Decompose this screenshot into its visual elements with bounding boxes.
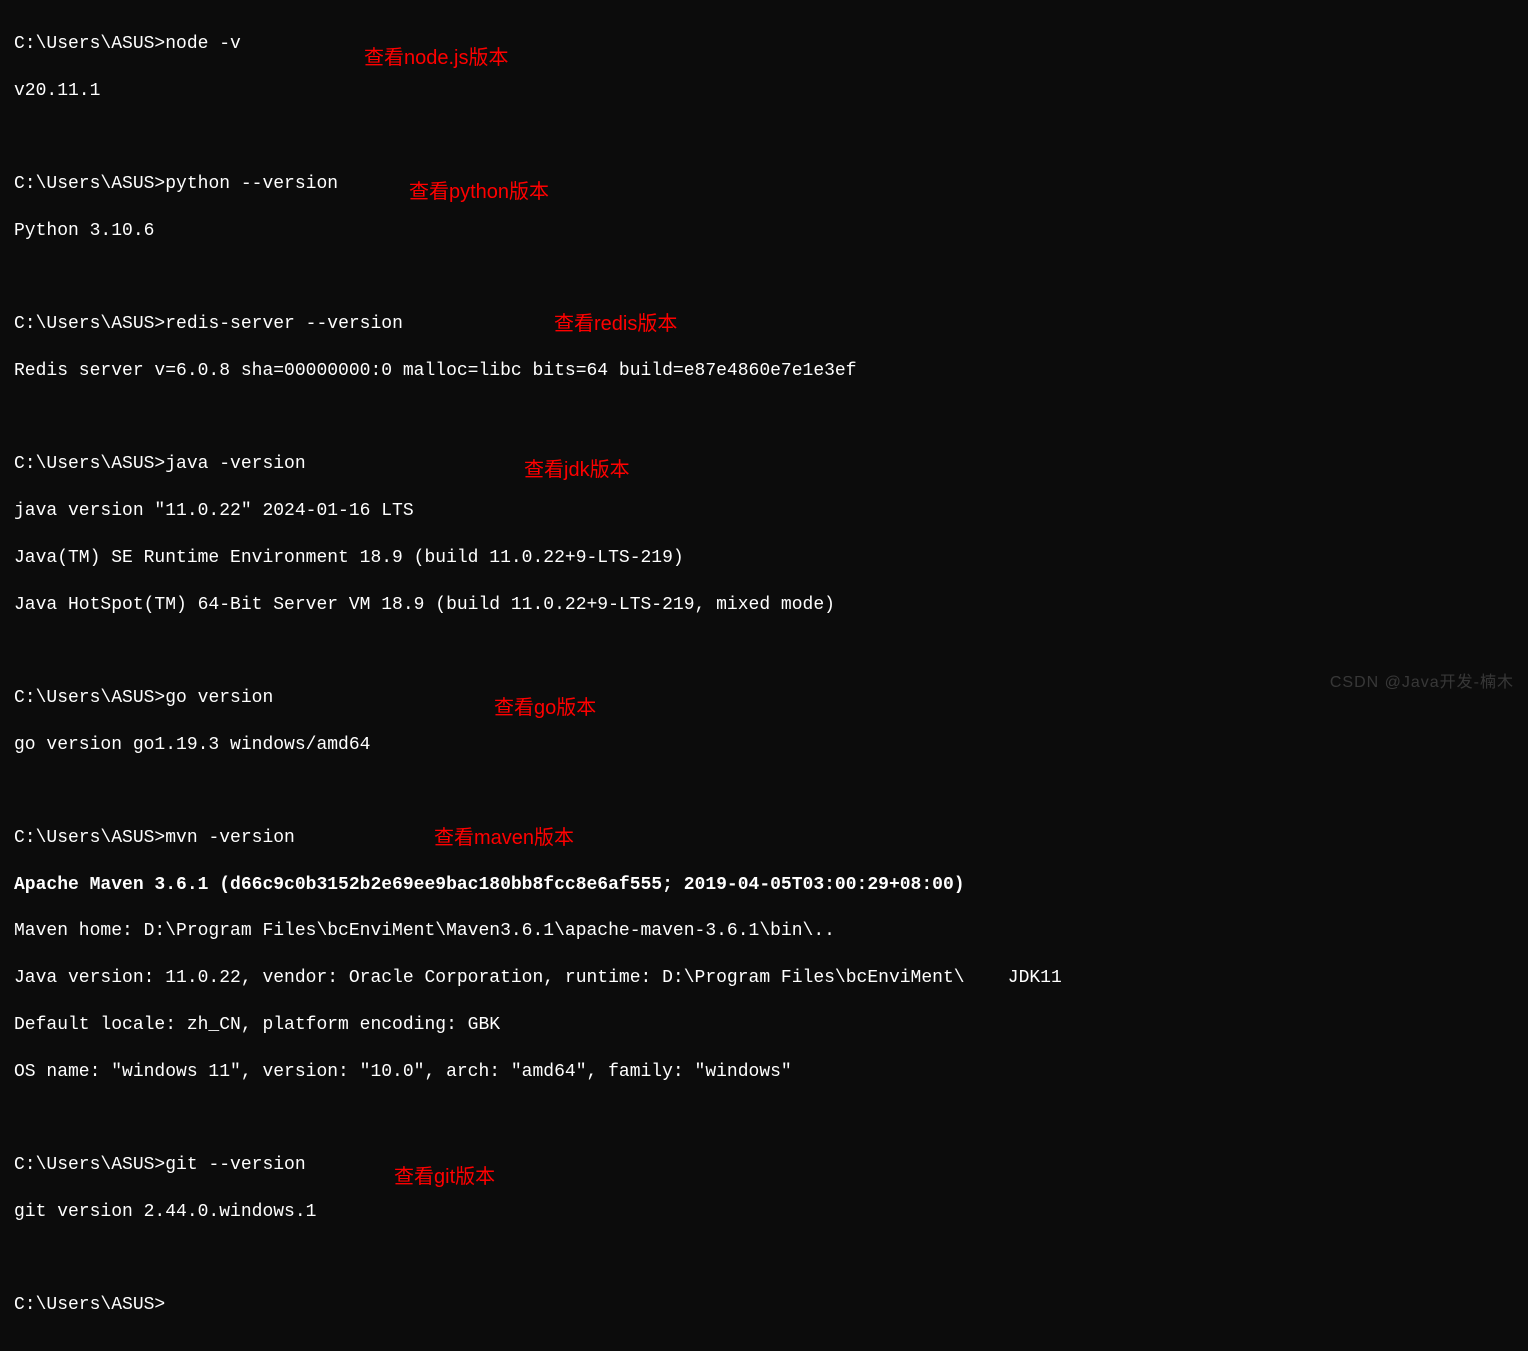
output-mvn-4: Default locale: zh_CN, platform encoding… [14, 1014, 1514, 1037]
command-python: python --version [165, 174, 338, 194]
command-node: node -v [165, 34, 241, 54]
blank-line [14, 127, 1514, 150]
prompt-line[interactable]: C:\Users\ASUS> [14, 1294, 1514, 1317]
annotation-java: 查看jdk版本 [524, 457, 630, 483]
blank-line [14, 1107, 1514, 1130]
annotation-redis: 查看redis版本 [554, 311, 677, 337]
output-mvn-3: Java version: 11.0.22, vendor: Oracle Co… [14, 967, 1514, 990]
command-go: go version [165, 688, 273, 708]
command-git: git --version [165, 1155, 305, 1175]
terminal-line: C:\Users\ASUS>redis-server --version 查看re… [14, 313, 1514, 336]
output-redis: Redis server v=6.0.8 sha=00000000:0 mall… [14, 360, 1514, 383]
prompt: C:\Users\ASUS> [14, 174, 165, 194]
prompt: C:\Users\ASUS> [14, 34, 165, 54]
terminal-line: C:\Users\ASUS>go version查看go版本 [14, 687, 1514, 710]
command-mvn: mvn -version [165, 828, 295, 848]
annotation-git: 查看git版本 [394, 1164, 495, 1190]
output-mvn-1: Apache Maven 3.6.1 (d66c9c0b3152b2e69ee9… [14, 874, 1514, 897]
output-java-2: Java(TM) SE Runtime Environment 18.9 (bu… [14, 547, 1514, 570]
prompt: C:\Users\ASUS> [14, 454, 165, 474]
prompt: C:\Users\ASUS> [14, 688, 165, 708]
blank-line [14, 640, 1514, 663]
output-mvn-5: OS name: "windows 11", version: "10.0", … [14, 1061, 1514, 1084]
output-go: go version go1.19.3 windows/amd64 [14, 734, 1514, 757]
watermark: CSDN @Java开发-楠木 [1330, 673, 1514, 694]
annotation-node: 查看node.js版本 [364, 45, 509, 71]
output-python: Python 3.10.6 [14, 220, 1514, 243]
blank-line [14, 267, 1514, 290]
annotation-python: 查看python版本 [409, 179, 549, 205]
output-mvn-2: Maven home: D:\Program Files\bcEnviMent\… [14, 920, 1514, 943]
output-git: git version 2.44.0.windows.1 [14, 1201, 1514, 1224]
command-redis: redis-server --version [165, 314, 403, 334]
terminal-line: C:\Users\ASUS>git --version查看git版本 [14, 1154, 1514, 1177]
terminal-window[interactable]: C:\Users\ASUS>node -v查看node.js版本 v20.11.… [0, 0, 1528, 1351]
annotation-mvn: 查看maven版本 [434, 825, 574, 851]
command-java: java -version [165, 454, 305, 474]
output-java-3: Java HotSpot(TM) 64-Bit Server VM 18.9 (… [14, 594, 1514, 617]
terminal-line: C:\Users\ASUS>mvn -version 查看maven版本 [14, 827, 1514, 850]
output-node: v20.11.1 [14, 80, 1514, 103]
prompt: C:\Users\ASUS> [14, 314, 165, 334]
prompt: C:\Users\ASUS> [14, 828, 165, 848]
annotation-go: 查看go版本 [494, 695, 596, 721]
blank-line [14, 1247, 1514, 1270]
terminal-line: C:\Users\ASUS>python --version查看python版本 [14, 173, 1514, 196]
prompt: C:\Users\ASUS> [14, 1155, 165, 1175]
terminal-line: C:\Users\ASUS>node -v查看node.js版本 [14, 33, 1514, 56]
blank-line [14, 407, 1514, 430]
prompt: C:\Users\ASUS> [14, 1295, 165, 1315]
output-java-1: java version "11.0.22" 2024-01-16 LTS [14, 500, 1514, 523]
terminal-line: C:\Users\ASUS>java -version查看jdk版本 [14, 453, 1514, 476]
blank-line [14, 780, 1514, 803]
